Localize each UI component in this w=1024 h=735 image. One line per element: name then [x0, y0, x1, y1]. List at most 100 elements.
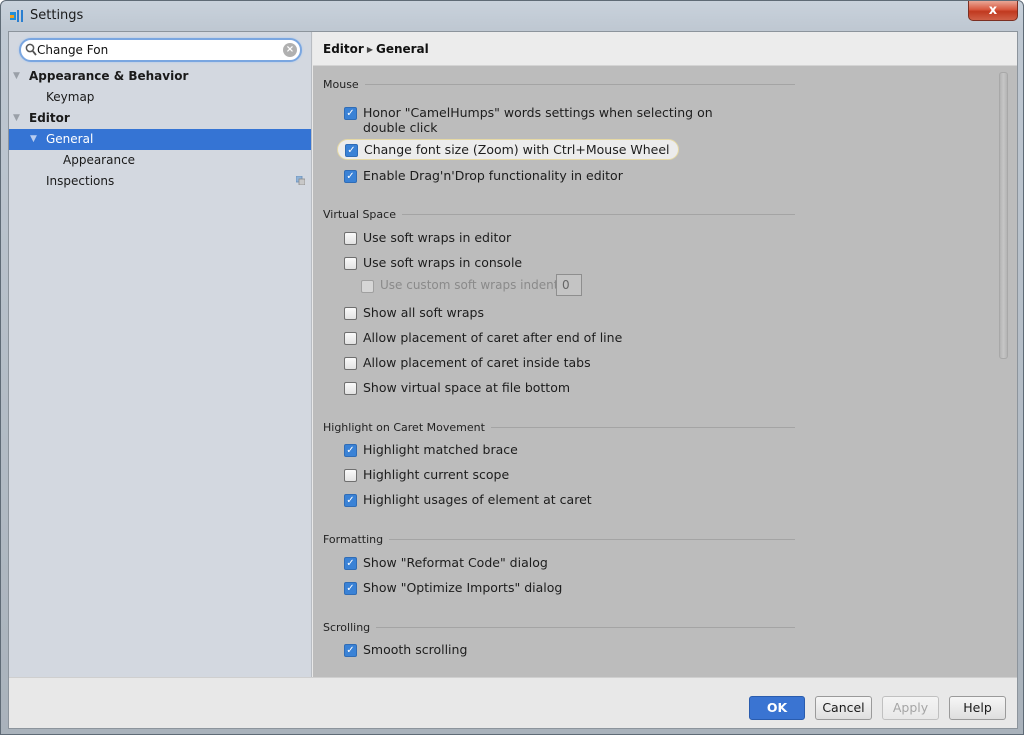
option-label: Enable Drag'n'Drop functionality in edit… — [363, 168, 623, 183]
option-label: Honor "CamelHumps" words settings when s… — [363, 105, 713, 135]
option-label: Smooth scrolling — [363, 642, 468, 657]
search-icon — [25, 43, 37, 56]
option-soft-wraps-editor[interactable]: Use soft wraps in editor — [344, 230, 511, 245]
option-label: Show virtual space at file bottom — [363, 380, 571, 395]
tree-item-keymap[interactable]: Keymap — [9, 87, 311, 108]
dialog-footer: OK Cancel Apply Help — [9, 677, 1017, 728]
dialog-body: × ▼ Appearance & Behavior Keymap ▼ Edito… — [8, 31, 1018, 729]
tree-item-label: Appearance — [63, 153, 136, 167]
tree-item-label: Appearance & Behavior — [29, 69, 189, 83]
option-label: Use custom soft wraps indent — [380, 278, 559, 292]
settings-content-panel: Editor ▶ General Mouse ✓ Honor "CamelHumps… — [313, 32, 1017, 677]
checkbox-camelhumps[interactable]: ✓ — [344, 107, 357, 120]
checkbox-highlight-usages[interactable]: ✓ — [344, 494, 357, 507]
group-title-mouse: Mouse — [323, 78, 795, 91]
checkbox-highlight-scope[interactable] — [344, 469, 357, 482]
checkbox-change-font-size[interactable]: ✓ — [345, 144, 358, 157]
expand-triangle-icon[interactable]: ▼ — [30, 129, 37, 150]
group-label: Formatting — [323, 533, 384, 546]
option-soft-wraps-console[interactable]: Use soft wraps in console — [344, 255, 522, 270]
option-label: Highlight matched brace — [363, 442, 518, 457]
checkbox-caret-inside-tabs[interactable] — [344, 357, 357, 370]
project-settings-copy-icon — [296, 176, 305, 185]
option-reformat-dialog[interactable]: ✓ Show "Reformat Code" dialog — [344, 555, 548, 570]
group-label: Mouse — [323, 78, 359, 91]
option-show-all-soft-wraps[interactable]: Show all soft wraps — [344, 305, 484, 320]
group-title-formatting: Formatting — [323, 533, 795, 546]
settings-window: Settings x × ▼ Appearance & Behavior — [0, 0, 1024, 735]
group-title-virtual-space: Virtual Space — [323, 208, 795, 221]
cancel-button[interactable]: Cancel — [815, 696, 872, 720]
option-optimize-imports-dialog[interactable]: ✓ Show "Optimize Imports" dialog — [344, 580, 562, 595]
option-label: Highlight usages of element at caret — [363, 492, 592, 507]
group-label: Scrolling — [323, 621, 371, 634]
checkbox-custom-soft-wraps-indent — [361, 280, 374, 293]
clear-search-icon[interactable]: × — [283, 43, 297, 57]
option-custom-soft-wraps-indent: Use custom soft wraps indent 0 — [361, 274, 582, 296]
tree-item-label: Editor — [29, 111, 70, 125]
checkbox-highlight-brace[interactable]: ✓ — [344, 444, 357, 457]
option-caret-inside-tabs[interactable]: Allow placement of caret inside tabs — [344, 355, 591, 370]
option-label: Change font size (Zoom) with Ctrl+Mouse … — [364, 142, 670, 157]
option-label: Show all soft wraps — [363, 305, 484, 320]
help-button[interactable]: Help — [949, 696, 1006, 720]
group-label: Virtual Space — [323, 208, 396, 221]
checkbox-soft-wraps-editor[interactable] — [344, 232, 357, 245]
settings-tree: ▼ Appearance & Behavior Keymap ▼ Editor … — [9, 66, 311, 192]
group-label: Highlight on Caret Movement — [323, 421, 485, 434]
option-label: Use soft wraps in console — [363, 255, 523, 270]
option-label: Show "Reformat Code" dialog — [363, 555, 548, 570]
tree-item-label: Keymap — [46, 90, 95, 104]
option-change-font-size-zoom[interactable]: ✓ Change font size (Zoom) with Ctrl+Mous… — [337, 139, 679, 160]
checkbox-drag-n-drop[interactable]: ✓ — [344, 170, 357, 183]
checkbox-soft-wraps-console[interactable] — [344, 257, 357, 270]
option-highlight-usages[interactable]: ✓ Highlight usages of element at caret — [344, 492, 592, 507]
option-smooth-scrolling[interactable]: ✓ Smooth scrolling — [344, 642, 467, 657]
option-highlight-scope[interactable]: Highlight current scope — [344, 467, 509, 482]
checkbox-caret-after-eol[interactable] — [344, 332, 357, 345]
expand-triangle-icon[interactable]: ▼ — [13, 66, 20, 87]
group-title-highlight-caret: Highlight on Caret Movement — [323, 421, 795, 434]
tree-item-appearance[interactable]: Appearance — [9, 150, 311, 171]
breadcrumb-parent[interactable]: Editor — [323, 42, 364, 56]
breadcrumb-separator-icon: ▶ — [366, 45, 373, 54]
breadcrumb-current: General — [375, 42, 429, 56]
option-label: Show "Optimize Imports" dialog — [363, 580, 563, 595]
expand-triangle-icon[interactable]: ▼ — [13, 108, 20, 129]
settings-search-box[interactable]: × — [19, 38, 302, 62]
apply-button[interactable]: Apply — [882, 696, 939, 720]
tree-item-appearance-behavior[interactable]: ▼ Appearance & Behavior — [9, 66, 311, 87]
group-title-scrolling: Scrolling — [323, 621, 795, 634]
option-label: Highlight current scope — [363, 467, 510, 482]
option-highlight-brace[interactable]: ✓ Highlight matched brace — [344, 442, 518, 457]
settings-sidebar: × ▼ Appearance & Behavior Keymap ▼ Edito… — [9, 32, 312, 677]
option-virtual-space-bottom[interactable]: Show virtual space at file bottom — [344, 380, 570, 395]
option-label: Allow placement of caret after end of li… — [363, 330, 623, 345]
search-input[interactable] — [37, 41, 283, 59]
intellij-app-icon — [10, 10, 23, 22]
option-drag-n-drop[interactable]: ✓ Enable Drag'n'Drop functionality in ed… — [344, 168, 623, 183]
tree-item-label: General — [46, 132, 94, 146]
settings-options: Mouse ✓ Honor "CamelHumps" words setting… — [313, 67, 1003, 677]
tree-item-general[interactable]: ▼ General — [9, 129, 311, 150]
close-button[interactable]: x — [968, 1, 1018, 21]
tree-item-editor[interactable]: ▼ Editor — [9, 108, 311, 129]
window-title: Settings — [30, 8, 84, 23]
tree-item-inspections[interactable]: Inspections — [9, 171, 311, 192]
breadcrumb: Editor ▶ General — [313, 32, 1017, 66]
option-label: Use soft wraps in editor — [363, 230, 512, 245]
option-caret-after-eol[interactable]: Allow placement of caret after end of li… — [344, 330, 622, 345]
checkbox-virtual-space-bottom[interactable] — [344, 382, 357, 395]
checkbox-smooth-scrolling[interactable]: ✓ — [344, 644, 357, 657]
title-bar[interactable]: Settings x — [1, 1, 1023, 32]
checkbox-show-all-soft-wraps[interactable] — [344, 307, 357, 320]
checkbox-optimize-imports-dialog[interactable]: ✓ — [344, 582, 357, 595]
option-camelhumps[interactable]: ✓ Honor "CamelHumps" words settings when… — [344, 105, 713, 135]
soft-wraps-indent-input: 0 — [556, 274, 582, 296]
option-label: Allow placement of caret inside tabs — [363, 355, 591, 370]
tree-item-label: Inspections — [46, 174, 115, 188]
close-icon: x — [988, 3, 998, 18]
ok-button[interactable]: OK — [749, 696, 805, 720]
vertical-scrollbar[interactable] — [999, 72, 1008, 359]
checkbox-reformat-dialog[interactable]: ✓ — [344, 557, 357, 570]
